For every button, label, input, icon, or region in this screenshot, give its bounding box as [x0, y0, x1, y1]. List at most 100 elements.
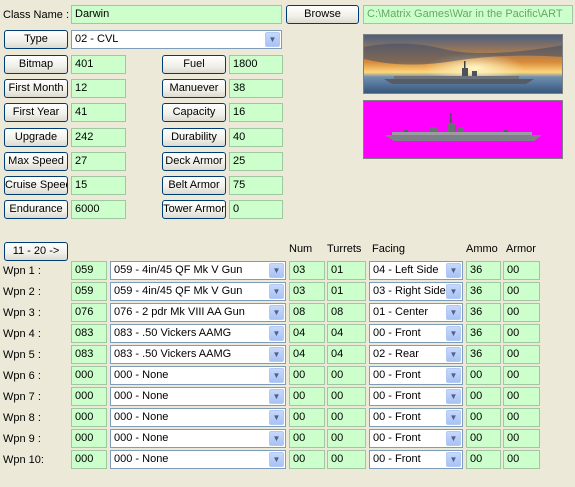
class-name-field[interactable]: Darwin: [71, 5, 282, 24]
attr-button-cruise-speed[interactable]: Cruise Speed: [4, 176, 68, 195]
facing-select[interactable]: 01 - Center ▼: [369, 303, 463, 322]
weapon-armor-field[interactable]: 00: [503, 324, 540, 343]
attr-button-tower-armor[interactable]: Tower Armor: [162, 200, 226, 219]
weapon-select[interactable]: 083 - .50 Vickers AAMG ▼: [110, 345, 286, 364]
weapon-num-field[interactable]: 08: [289, 303, 325, 322]
weapon-turrets-field[interactable]: 01: [327, 282, 366, 301]
attr-button-durability[interactable]: Durability: [162, 128, 226, 147]
facing-select[interactable]: 04 - Left Side ▼: [369, 261, 463, 280]
attr-button-bitmap[interactable]: Bitmap: [4, 55, 68, 74]
weapon-ammo-field[interactable]: 00: [466, 366, 501, 385]
weapon-num-field[interactable]: 03: [289, 282, 325, 301]
attr-field-fuel[interactable]: 1800: [229, 55, 283, 74]
weapon-turrets-field[interactable]: 00: [327, 408, 366, 427]
attr-field-capacity[interactable]: 16: [229, 103, 283, 122]
weapon-id-field[interactable]: 059: [71, 282, 107, 301]
weapon-id-field[interactable]: 083: [71, 324, 107, 343]
weapon-id-field[interactable]: 076: [71, 303, 107, 322]
attr-button-deck-armor[interactable]: Deck Armor: [162, 152, 226, 171]
facing-select[interactable]: 02 - Rear ▼: [369, 345, 463, 364]
attr-button-endurance[interactable]: Endurance: [4, 200, 68, 219]
weapon-select[interactable]: 000 - None ▼: [110, 429, 286, 448]
attr-button-max-speed[interactable]: Max Speed: [4, 152, 68, 171]
weapon-num-field[interactable]: 04: [289, 324, 325, 343]
weapon-select[interactable]: 059 - 4in/45 QF Mk V Gun ▼: [110, 282, 286, 301]
weapon-ammo-field[interactable]: 36: [466, 324, 501, 343]
weapon-num-field[interactable]: 04: [289, 345, 325, 364]
type-select[interactable]: 02 - CVL ▼: [71, 30, 282, 49]
facing-select[interactable]: 00 - Front ▼: [369, 450, 463, 469]
weapon-turrets-field[interactable]: 00: [327, 450, 366, 469]
weapon-armor-field[interactable]: 00: [503, 387, 540, 406]
weapon-id-field[interactable]: 000: [71, 450, 107, 469]
facing-select[interactable]: 00 - Front ▼: [369, 387, 463, 406]
weapon-turrets-field[interactable]: 04: [327, 345, 366, 364]
attr-field-cruise-speed[interactable]: 15: [71, 176, 126, 195]
attr-button-fuel[interactable]: Fuel: [162, 55, 226, 74]
weapon-armor-field[interactable]: 00: [503, 429, 540, 448]
weapon-ammo-field[interactable]: 00: [466, 408, 501, 427]
weapon-turrets-field[interactable]: 00: [327, 366, 366, 385]
weapon-turrets-field[interactable]: 00: [327, 429, 366, 448]
weapon-armor-field[interactable]: 00: [503, 303, 540, 322]
weapon-select[interactable]: 076 - 2 pdr Mk VIII AA Gun ▼: [110, 303, 286, 322]
weapon-select[interactable]: 000 - None ▼: [110, 408, 286, 427]
weapon-ammo-field[interactable]: 36: [466, 345, 501, 364]
weapon-id-field[interactable]: 083: [71, 345, 107, 364]
attr-field-first-month[interactable]: 12: [71, 79, 126, 98]
weapon-ammo-field[interactable]: 00: [466, 387, 501, 406]
weapon-ammo-field[interactable]: 00: [466, 429, 501, 448]
weapon-armor-field[interactable]: 00: [503, 450, 540, 469]
weapon-select[interactable]: 000 - None ▼: [110, 366, 286, 385]
facing-select[interactable]: 00 - Front ▼: [369, 408, 463, 427]
weapon-ammo-field[interactable]: 36: [466, 303, 501, 322]
weapon-num-field[interactable]: 00: [289, 408, 325, 427]
attr-button-belt-armor[interactable]: Belt Armor: [162, 176, 226, 195]
weapon-armor-field[interactable]: 00: [503, 345, 540, 364]
weapon-armor-field[interactable]: 00: [503, 261, 540, 280]
page-next-button[interactable]: 11 - 20 ->: [4, 242, 68, 261]
weapon-armor-field[interactable]: 00: [503, 408, 540, 427]
attr-button-manuever[interactable]: Manuever: [162, 79, 226, 98]
attr-button-first-year[interactable]: First Year: [4, 103, 68, 122]
weapon-turrets-field[interactable]: 00: [327, 387, 366, 406]
weapon-turrets-field[interactable]: 04: [327, 324, 366, 343]
attr-field-manuever[interactable]: 38: [229, 79, 283, 98]
weapon-ammo-field[interactable]: 00: [466, 450, 501, 469]
attr-button-upgrade[interactable]: Upgrade: [4, 128, 68, 147]
weapon-turrets-field[interactable]: 01: [327, 261, 366, 280]
facing-select[interactable]: 00 - Front ▼: [369, 429, 463, 448]
weapon-ammo-field[interactable]: 36: [466, 261, 501, 280]
attr-field-endurance[interactable]: 6000: [71, 200, 126, 219]
attr-field-belt-armor[interactable]: 75: [229, 176, 283, 195]
attr-field-first-year[interactable]: 41: [71, 103, 126, 122]
weapon-id-field[interactable]: 059: [71, 261, 107, 280]
attr-field-max-speed[interactable]: 27: [71, 152, 126, 171]
weapon-select[interactable]: 000 - None ▼: [110, 450, 286, 469]
weapon-id-field[interactable]: 000: [71, 408, 107, 427]
facing-select[interactable]: 03 - Right Side ▼: [369, 282, 463, 301]
weapon-select[interactable]: 000 - None ▼: [110, 387, 286, 406]
type-button[interactable]: Type: [4, 30, 68, 49]
weapon-id-field[interactable]: 000: [71, 387, 107, 406]
weapon-num-field[interactable]: 00: [289, 450, 325, 469]
weapon-num-field[interactable]: 03: [289, 261, 325, 280]
weapon-ammo-field[interactable]: 36: [466, 282, 501, 301]
attr-field-bitmap[interactable]: 401: [71, 55, 126, 74]
attr-field-deck-armor[interactable]: 25: [229, 152, 283, 171]
browse-button[interactable]: Browse: [286, 5, 359, 24]
weapon-armor-field[interactable]: 00: [503, 366, 540, 385]
attr-button-capacity[interactable]: Capacity: [162, 103, 226, 122]
facing-select[interactable]: 00 - Front ▼: [369, 324, 463, 343]
weapon-armor-field[interactable]: 00: [503, 282, 540, 301]
weapon-select[interactable]: 059 - 4in/45 QF Mk V Gun ▼: [110, 261, 286, 280]
weapon-id-field[interactable]: 000: [71, 366, 107, 385]
attr-button-first-month[interactable]: First Month: [4, 79, 68, 98]
attr-field-durability[interactable]: 40: [229, 128, 283, 147]
attr-field-upgrade[interactable]: 242: [71, 128, 126, 147]
weapon-id-field[interactable]: 000: [71, 429, 107, 448]
weapon-num-field[interactable]: 00: [289, 387, 325, 406]
weapon-select[interactable]: 083 - .50 Vickers AAMG ▼: [110, 324, 286, 343]
weapon-num-field[interactable]: 00: [289, 429, 325, 448]
weapon-num-field[interactable]: 00: [289, 366, 325, 385]
